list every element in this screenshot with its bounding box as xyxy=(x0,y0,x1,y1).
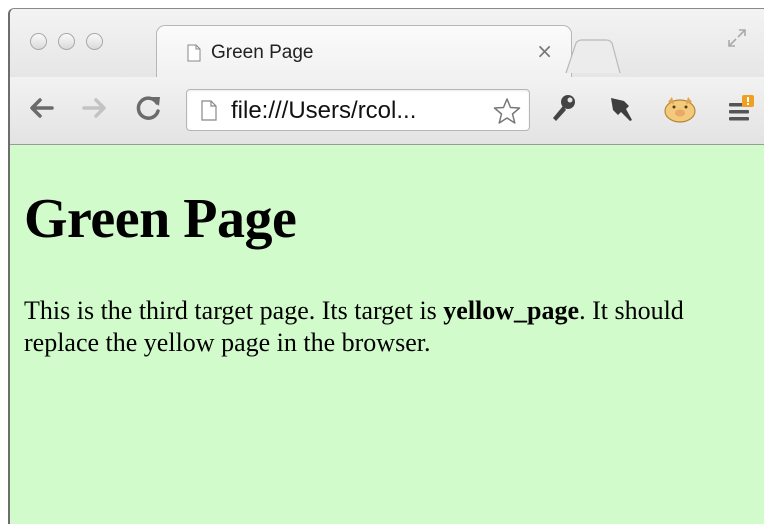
zoom-window-button[interactable] xyxy=(86,33,103,50)
forward-arrow-icon[interactable] xyxy=(80,93,110,123)
fullscreen-icon[interactable] xyxy=(726,27,748,49)
address-bar[interactable]: file:///Users/rcol... xyxy=(186,89,530,131)
pin-icon[interactable] xyxy=(606,93,636,125)
page-paragraph: This is the third target page. Its targe… xyxy=(24,295,744,359)
page-icon xyxy=(187,44,201,62)
tab-title: Green Page xyxy=(211,42,314,63)
tab-green-page[interactable]: Green Page × xyxy=(156,25,572,80)
title-bar: Green Page × xyxy=(10,9,764,80)
tab-close-icon[interactable]: × xyxy=(536,39,553,63)
back-arrow-icon[interactable] xyxy=(26,93,56,123)
page-heading: Green Page xyxy=(24,188,297,250)
close-window-button[interactable] xyxy=(30,33,47,50)
wrench-icon[interactable] xyxy=(548,93,578,125)
address-text: file:///Users/rcol... xyxy=(231,97,417,124)
toolbar: file:///Users/rcol... xyxy=(10,77,764,145)
star-icon[interactable] xyxy=(493,97,521,125)
menu-icon[interactable] xyxy=(726,93,756,125)
new-tab-button[interactable] xyxy=(562,39,622,75)
pig-icon[interactable] xyxy=(662,93,698,125)
minimize-window-button[interactable] xyxy=(58,33,75,50)
paragraph-text-start: This is the third target page. Its targe… xyxy=(24,296,444,325)
browser-window: Green Page × file:///Users/rcol... Green… xyxy=(8,8,764,524)
page-content: Green Page This is the third target page… xyxy=(10,145,764,524)
reload-icon[interactable] xyxy=(134,93,164,123)
paragraph-bold-target: yellow_page xyxy=(443,296,580,325)
page-icon xyxy=(201,100,217,121)
